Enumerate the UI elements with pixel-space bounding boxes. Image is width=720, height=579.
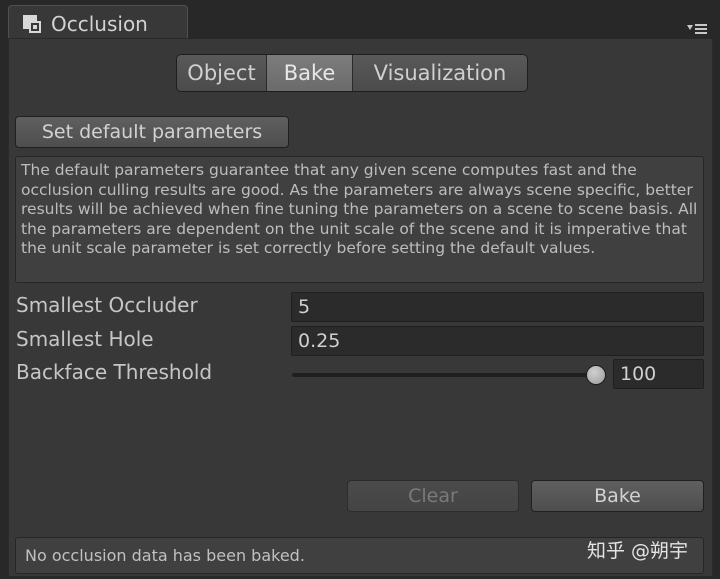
mode-tabs: Object Bake Visualization xyxy=(176,54,528,92)
tab-object[interactable]: Object xyxy=(177,55,267,91)
occlusion-window-tab[interactable]: Occlusion xyxy=(8,5,188,41)
smallest-hole-field[interactable]: 0.25 xyxy=(291,326,704,356)
occlusion-window-icon xyxy=(23,14,41,33)
bake-button[interactable]: Bake xyxy=(531,480,704,512)
smallest-occluder-label: Smallest Occluder xyxy=(16,293,198,317)
backface-threshold-label: Backface Threshold xyxy=(16,360,213,384)
tab-bake[interactable]: Bake xyxy=(267,55,353,91)
backface-threshold-field[interactable]: 100 xyxy=(613,359,704,389)
smallest-hole-label: Smallest Hole xyxy=(16,327,154,351)
watermark: 知乎 @朔宇 xyxy=(587,540,689,562)
backface-threshold-slider-track[interactable] xyxy=(292,373,605,377)
window-title: Occlusion xyxy=(51,11,148,36)
clear-button[interactable]: Clear xyxy=(347,480,519,512)
window-tab-strip: Occlusion xyxy=(0,0,720,41)
smallest-occluder-field[interactable]: 5 xyxy=(291,292,704,322)
tab-visualization[interactable]: Visualization xyxy=(353,55,527,91)
backface-threshold-slider-thumb[interactable] xyxy=(586,365,606,385)
tab-menu-icon[interactable] xyxy=(687,24,707,34)
status-text: No occlusion data has been baked. xyxy=(25,546,305,565)
help-box: The default parameters guarantee that an… xyxy=(15,156,704,283)
set-default-parameters-button[interactable]: Set default parameters xyxy=(15,116,289,148)
